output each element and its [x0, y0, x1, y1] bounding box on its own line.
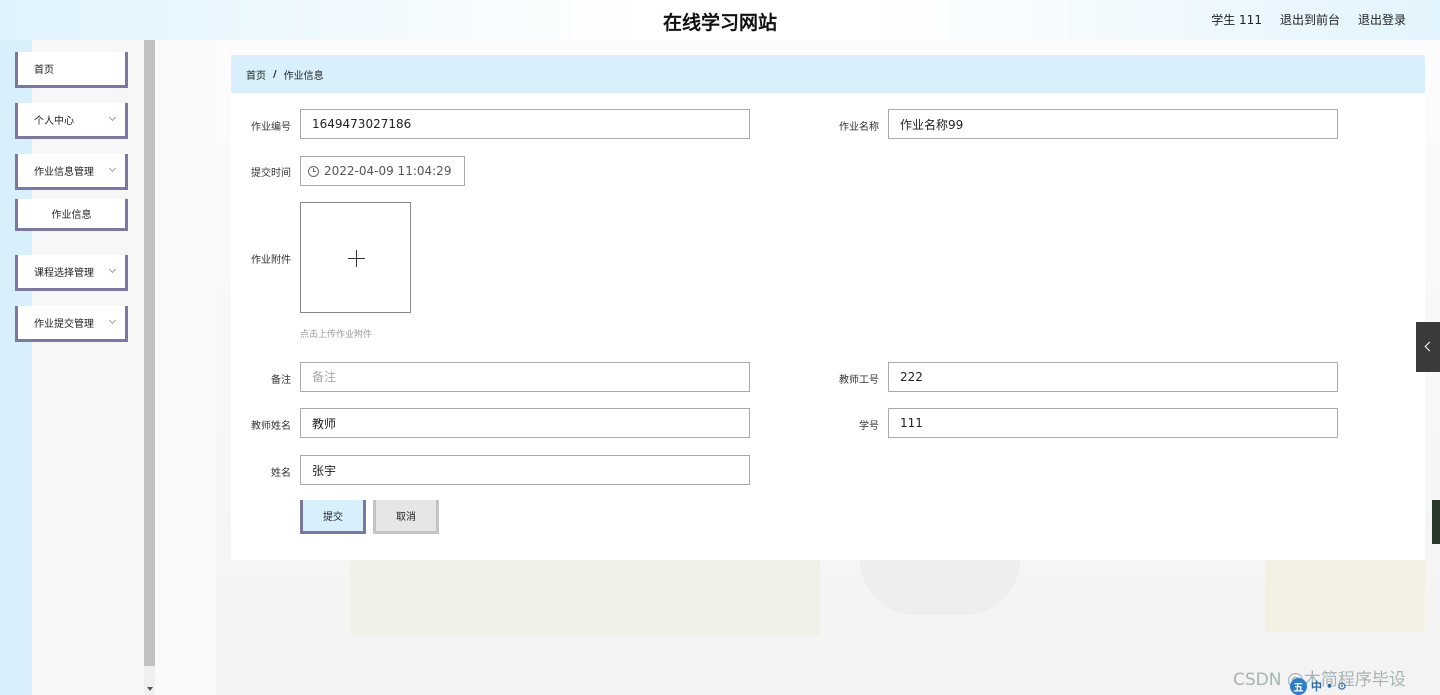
sidebar-item-label: 个人中心 [34, 116, 74, 127]
teacher-no-field[interactable] [888, 362, 1338, 392]
top-header: 在线学习网站 学生 111 退出到前台 退出登录 [0, 0, 1440, 40]
chevron-down-icon [108, 113, 117, 122]
ime-punctuation-icon[interactable]: • [1326, 680, 1333, 693]
sidebar-item-course-selection[interactable]: 课程选择管理 [15, 255, 128, 291]
attachment-hint: 点击上传作业附件 [300, 330, 373, 340]
submit-button[interactable]: 提交 [300, 500, 366, 534]
sidebar-item-homework-management[interactable]: 作业信息管理 [15, 154, 128, 190]
header-nav: 学生 111 退出到前台 退出登录 [1211, 11, 1406, 28]
homework-name-field[interactable] [888, 109, 1338, 139]
sidebar-item-label: 首页 [34, 65, 54, 76]
teacher-no-label: 教师工号 [839, 375, 879, 386]
name-label: 姓名 [271, 468, 291, 479]
logout-link[interactable]: 退出登录 [1358, 11, 1406, 28]
ime-logo-icon[interactable]: 五 [1290, 677, 1307, 695]
remark-label: 备注 [271, 375, 291, 386]
sidebar-item-label: 作业信息管理 [34, 167, 94, 178]
chevron-left-icon [1424, 341, 1435, 352]
sidebar-item-label: 课程选择管理 [34, 268, 94, 279]
plus-icon-vertical [356, 250, 357, 267]
homework-no-field[interactable] [300, 109, 750, 139]
teacher-name-label: 教师姓名 [251, 421, 291, 432]
student-no-field[interactable] [888, 408, 1338, 438]
ime-toolbar[interactable]: 五 中 • ⚙ [1290, 677, 1440, 695]
chevron-down-icon [108, 164, 117, 173]
remark-field[interactable] [300, 362, 750, 392]
submit-time-value: 2022-04-09 11:04:29 [324, 164, 452, 178]
breadcrumb-current: 作业信息 [283, 70, 324, 82]
attachment-label: 作业附件 [251, 255, 291, 266]
exit-to-frontend-link[interactable]: 退出到前台 [1280, 11, 1340, 28]
sidebar-item-homework-submission[interactable]: 作业提交管理 [15, 306, 128, 342]
submit-time-picker[interactable]: 2022-04-09 11:04:29 [300, 156, 465, 186]
teacher-name-field[interactable] [300, 408, 750, 438]
scroll-down-arrow-icon[interactable] [147, 687, 153, 691]
ime-mode[interactable]: 中 [1311, 678, 1322, 694]
current-user: 学生 111 [1211, 13, 1262, 27]
sidebar-subitem-homework-info[interactable]: 作业信息 [15, 199, 128, 231]
sidebar-item-label: 作业信息 [51, 210, 92, 221]
homework-no-label: 作业编号 [251, 122, 291, 133]
submit-time-label: 提交时间 [251, 168, 291, 179]
name-field[interactable] [300, 455, 750, 485]
sidebar-item-personal-center[interactable]: 个人中心 [15, 103, 128, 139]
side-widget-strip[interactable] [1432, 500, 1440, 544]
breadcrumb-home[interactable]: 首页 [246, 67, 266, 82]
scrollbar-thumb[interactable] [144, 40, 155, 666]
attachment-upload[interactable] [300, 202, 411, 313]
student-no-label: 学号 [859, 421, 879, 432]
clock-icon [308, 165, 319, 177]
ime-settings-icon[interactable]: ⚙ [1337, 680, 1347, 693]
breadcrumb-separator: / [273, 68, 277, 80]
background-decoration [1265, 560, 1425, 632]
sidebar-item-label: 作业提交管理 [34, 319, 94, 330]
sidebar-scrollbar[interactable] [144, 40, 155, 695]
cancel-button[interactable]: 取消 [373, 500, 439, 534]
sidebar: 首页 个人中心 作业信息管理 作业信息 课程选择管理 作业提交管理 [15, 40, 133, 695]
chevron-down-icon [108, 265, 117, 274]
side-panel-toggle[interactable] [1416, 322, 1440, 372]
sidebar-item-home[interactable]: 首页 [15, 52, 128, 88]
background-decoration [350, 560, 820, 635]
homework-name-label: 作业名称 [839, 122, 879, 133]
chevron-down-icon [108, 316, 117, 325]
breadcrumb: 首页 / 作业信息 [231, 55, 1425, 93]
